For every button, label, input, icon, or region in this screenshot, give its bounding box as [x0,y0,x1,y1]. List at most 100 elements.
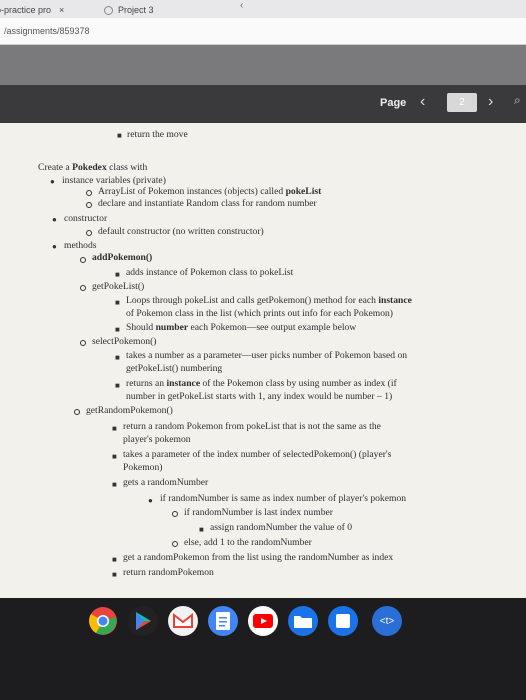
folder-icon [294,616,312,628]
text: returns an [126,378,167,389]
bullet-circle-icon [86,230,92,236]
bullet-circle-icon [86,190,92,196]
doc-line: declare and instantiate Random class for… [98,198,317,209]
zoom-icon[interactable]: ⌕ [514,93,521,108]
page-label: Page [380,97,407,109]
text: each Pokemon—see output example below [188,322,357,333]
mail-icon [173,613,193,628]
bullet-square-icon: ■ [117,131,122,140]
page-header-strip [0,45,526,85]
url-text: /assignments/859378 [4,26,90,36]
next-page-button[interactable]: › [488,93,493,111]
doc-line: adds instance of Pokemon class to pokeLi… [126,267,294,278]
bullet-square-icon: ■ [115,270,120,279]
text-bold: Pokedex [72,162,107,173]
bullet-dot-icon: ● [52,215,57,224]
youtube-app-icon[interactable] [248,606,278,636]
text-bold: number [155,322,189,333]
document-icon [216,612,230,630]
doc-line: number in getPokeList starts with 1, any… [126,391,393,402]
tab-title: o-practice pro [0,5,52,15]
doc-line: player's pokemon [123,434,191,445]
bullet-circle-icon [172,541,178,547]
doc-line: getRandomPokemon() [86,405,173,416]
doc-line: gets a randomNumber [123,477,209,488]
doc-line: get a randomPokemon from the list using … [123,552,394,563]
tab-title: Project 3 [118,5,154,15]
bullet-square-icon: ■ [199,525,204,534]
bullet-circle-icon [80,340,86,346]
loading-icon [104,5,113,15]
doc-line: constructor [64,213,108,224]
doc-line: Pokemon) [123,462,163,473]
doc-line: if randomNumber is same as index number … [160,493,407,504]
tab-strip: o-practice pro × Project 3 ‹ [0,0,526,18]
doc-line: default constructor (no written construc… [98,226,264,237]
bullet-circle-icon [172,511,178,517]
doc-line: selectPokemon() [92,336,157,347]
page-number-input[interactable]: 2 [447,93,477,112]
close-icon[interactable]: × [59,5,64,15]
play-icon [136,612,151,630]
youtube-icon [253,614,273,628]
tab-practice[interactable]: o-practice pro × [0,2,96,18]
tab-scroll-icon[interactable]: ‹ [240,0,243,11]
doc-line: if randomNumber is last index number [184,507,333,518]
gmail-app-icon[interactable] [168,606,198,636]
text: ArrayList of Pokemon instances (objects)… [98,186,286,197]
text: Create a [38,162,73,173]
previous-page-button[interactable]: ‹ [420,93,425,111]
text-bold: instance [378,295,412,306]
bullet-circle-icon [80,257,86,263]
chrome-app-icon[interactable] [88,606,118,636]
text: class with [106,162,148,173]
doc-line: return randomPokemon [123,567,214,578]
address-bar[interactable]: /assignments/859378 [0,18,526,45]
text-bold: pokeList [285,186,322,197]
play-store-app-icon[interactable] [128,606,158,636]
bullet-square-icon: ■ [112,424,117,433]
document-page: ■ return the move Create a Pokedex class… [0,123,526,598]
text-editor-app-icon[interactable]: <t> [372,606,402,636]
files-secondary-app-icon[interactable] [328,606,358,636]
taskbar: <t> [0,598,526,700]
doc-line: Should number each Pokemon—see output ex… [126,322,356,333]
doc-line: getPokeList() [92,281,145,292]
text: Loops through pokeList and calls getPoke… [126,295,379,306]
text-bold: instance [166,378,201,389]
doc-line: assign randomNumber the value of 0 [210,522,353,533]
doc-line: else, add 1 to the randomNumber [184,537,312,548]
doc-line: getPokeList() numbering [126,363,223,374]
doc-line: takes a parameter of the index number of… [123,449,392,460]
bullet-square-icon: ■ [115,325,120,334]
text: Should [126,322,156,333]
bullet-square-icon: ■ [112,452,117,461]
doc-line: Create a Pokedex class with [38,162,147,173]
bullet-square-icon: ■ [115,381,120,390]
bullet-square-icon: ■ [112,480,117,489]
doc-line: of Pokemon class in the list (which prin… [126,308,393,319]
text: of the Pokemon class by using number as … [200,378,397,389]
viewer-toolbar: Page ‹ 2 › ⌕ [0,85,526,123]
doc-line: returns an instance of the Pokemon class… [126,378,397,389]
doc-line: return a random Pokemon from pokeList th… [123,421,381,432]
docs-app-icon[interactable] [208,606,238,636]
doc-line: return the move [127,129,188,140]
bullet-square-icon: ■ [112,570,117,579]
bullet-square-icon: ■ [115,353,120,362]
doc-line: instance variables (private) [62,175,166,186]
bullet-circle-icon [74,409,80,415]
tab-project-3[interactable]: Project 3 [104,2,224,18]
files-app-icon[interactable] [288,606,318,636]
doc-line: takes a number as a parameter—user picks… [126,350,408,361]
bullet-dot-icon: ● [52,242,57,251]
bullet-circle-icon [80,285,86,291]
bullet-dot-icon: ● [50,177,55,186]
doc-line: methods [64,240,97,251]
doc-line: addPokemon() [92,252,153,263]
bullet-dot-icon: ● [148,496,153,505]
bullet-square-icon: ■ [112,555,117,564]
chrome-icon [89,607,117,635]
doc-line: ArrayList of Pokemon instances (objects)… [98,186,321,197]
bullet-circle-icon [86,202,92,208]
